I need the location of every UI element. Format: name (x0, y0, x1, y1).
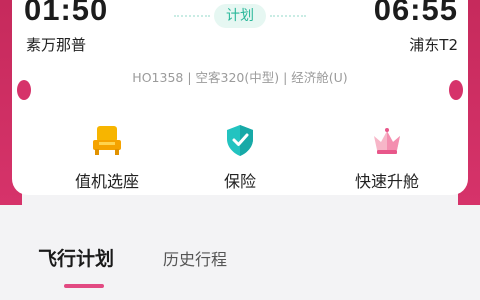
arrival-airport: 浦东T2 (409, 36, 458, 54)
check-in-seat-button[interactable]: 值机选座 (52, 122, 162, 192)
tab-history-trips[interactable]: 历史行程 (163, 246, 227, 270)
fast-upgrade-label: 快速升舱 (354, 172, 419, 191)
insurance-shield-icon (227, 125, 253, 156)
arrival-time: 06:55 (373, 0, 458, 27)
status-badge: 计划 (214, 4, 266, 28)
flight-status: 计划 (174, 4, 306, 28)
status-dotted-line-left (174, 15, 210, 17)
check-in-seat-label: 值机选座 (74, 172, 139, 191)
insurance-label: 保险 (223, 172, 256, 191)
insurance-button[interactable]: 保险 (185, 122, 295, 192)
tab-bar: 飞行计划 历史行程 (0, 238, 480, 300)
flight-details: HO1358 | 空客320(中型) | 经济舱(U) (132, 70, 348, 85)
active-tab-indicator (64, 284, 104, 288)
upgrade-crown-icon (374, 128, 400, 154)
status-dotted-line-right (270, 15, 306, 17)
check-in-seat-icon (93, 126, 121, 155)
departure-time: 01:50 (24, 0, 109, 27)
tab-flight-plan[interactable]: 飞行计划 (38, 244, 114, 271)
departure-airport: 素万那普 (26, 36, 87, 54)
service-shortcuts: 值机选座 保险 快速升舱 (0, 122, 480, 192)
fast-upgrade-button[interactable]: 快速升舱 (332, 122, 442, 192)
